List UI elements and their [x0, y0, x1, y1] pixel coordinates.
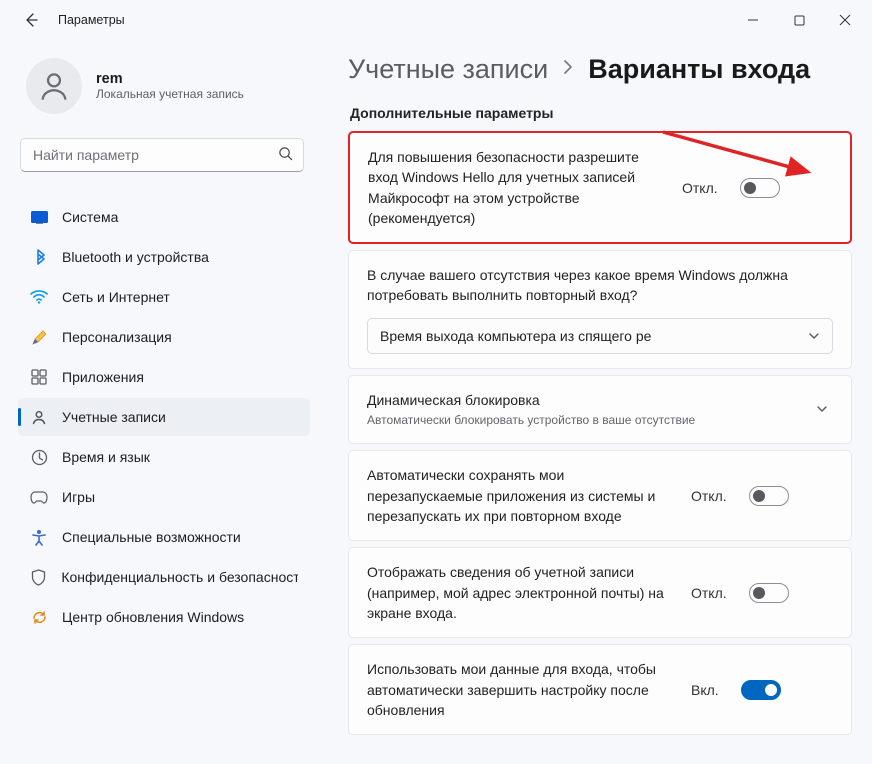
accessibility-icon: [30, 528, 48, 546]
arrow-left-icon: [24, 12, 40, 28]
toggle-state-label: Откл.: [691, 488, 727, 504]
breadcrumb-current: Варианты входа: [588, 54, 810, 85]
search-input[interactable]: [21, 147, 303, 163]
maximize-button[interactable]: [776, 4, 822, 36]
sidebar-item-network[interactable]: Сеть и Интернет: [18, 278, 310, 316]
toggle-state-label: Откл.: [682, 180, 718, 196]
setting-text: В случае вашего отсутствия через какое в…: [367, 265, 833, 306]
wifi-icon: [30, 288, 48, 306]
dropdown-value: Время выхода компьютера из спящего ре: [380, 328, 651, 344]
main: Учетные записи Варианты входа Дополнител…: [318, 40, 864, 756]
setting-restart-apps: Автоматически сохранять мои перезапускае…: [348, 450, 852, 541]
toggle-windows-hello[interactable]: [740, 178, 780, 198]
person-icon: [37, 69, 71, 103]
sidebar-item-accounts[interactable]: Учетные записи: [18, 398, 310, 436]
search-box[interactable]: [20, 138, 304, 172]
toggle-show-account-info[interactable]: [749, 583, 789, 603]
toggle-state-label: Вкл.: [691, 682, 719, 698]
setting-title: Динамическая блокировка: [367, 390, 797, 410]
setting-text: Отображать сведения об учетной записи (н…: [367, 562, 677, 623]
window-title: Параметры: [58, 13, 125, 27]
sidebar: rem Локальная учетная запись Система Blu…: [8, 40, 318, 756]
chevron-right-icon: [562, 59, 574, 80]
setting-text: Автоматически сохранять мои перезапускае…: [367, 465, 677, 526]
sidebar-item-gaming[interactable]: Игры: [18, 478, 310, 516]
user-block[interactable]: rem Локальная учетная запись: [18, 50, 310, 136]
back-button[interactable]: [22, 10, 42, 30]
sidebar-item-label: Bluetooth и устройства: [62, 249, 209, 265]
settings-list: Для повышения безопасности разрешите вхо…: [348, 131, 852, 735]
setting-show-account-info: Отображать сведения об учетной записи (н…: [348, 547, 852, 638]
breadcrumb-parent[interactable]: Учетные записи: [348, 54, 548, 85]
setting-windows-hello: Для повышения безопасности разрешите вхо…: [348, 131, 852, 244]
display-icon: [30, 208, 48, 226]
breadcrumb: Учетные записи Варианты входа: [348, 54, 852, 85]
clock-globe-icon: [30, 448, 48, 466]
section-title: Дополнительные параметры: [350, 105, 852, 121]
chevron-down-icon: [811, 402, 833, 418]
minimize-button[interactable]: [730, 4, 776, 36]
bluetooth-icon: [30, 248, 48, 266]
sidebar-item-label: Персонализация: [62, 329, 172, 345]
user-name: rem: [96, 71, 244, 87]
paint-icon: [30, 328, 48, 346]
sidebar-item-label: Время и язык: [62, 449, 150, 465]
sidebar-item-label: Сеть и Интернет: [62, 289, 170, 305]
setting-require-signin: В случае вашего отсутствия через какое в…: [348, 250, 852, 369]
apps-icon: [30, 368, 48, 386]
search-icon: [278, 146, 293, 164]
close-button[interactable]: [822, 4, 868, 36]
setting-dynamic-lock[interactable]: Динамическая блокировка Автоматически бл…: [348, 375, 852, 445]
gamepad-icon: [30, 488, 48, 506]
sidebar-item-label: Система: [62, 209, 118, 225]
sidebar-item-windows-update[interactable]: Центр обновления Windows: [18, 598, 310, 636]
sidebar-item-label: Игры: [62, 489, 95, 505]
sidebar-item-personalization[interactable]: Персонализация: [18, 318, 310, 356]
titlebar: Параметры: [0, 0, 872, 40]
minimize-icon: [747, 14, 759, 26]
sidebar-item-label: Центр обновления Windows: [62, 609, 244, 625]
close-icon: [839, 14, 851, 26]
setting-text: Для повышения безопасности разрешите вхо…: [368, 147, 668, 228]
sidebar-item-accessibility[interactable]: Специальные возможности: [18, 518, 310, 556]
sidebar-item-bluetooth[interactable]: Bluetooth и устройства: [18, 238, 310, 276]
avatar: [26, 58, 82, 114]
sidebar-item-label: Специальные возможности: [62, 529, 241, 545]
person-icon: [30, 408, 48, 426]
toggle-use-signin-info[interactable]: [741, 680, 781, 700]
nav: Система Bluetooth и устройства Сеть и Ин…: [18, 198, 310, 636]
user-subtitle: Локальная учетная запись: [96, 87, 244, 101]
dropdown-require-signin[interactable]: Время выхода компьютера из спящего ре: [367, 318, 833, 354]
setting-subtitle: Автоматически блокировать устройство в в…: [367, 412, 797, 429]
maximize-icon: [794, 15, 805, 26]
sidebar-item-apps[interactable]: Приложения: [18, 358, 310, 396]
sidebar-item-label: Учетные записи: [62, 409, 166, 425]
setting-text: Использовать мои данные для входа, чтобы…: [367, 659, 677, 720]
setting-use-signin-info: Использовать мои данные для входа, чтобы…: [348, 644, 852, 735]
shield-icon: [30, 568, 47, 586]
sidebar-item-label: Конфиденциальность и безопасность: [61, 569, 298, 585]
toggle-state-label: Откл.: [691, 585, 727, 601]
chevron-down-icon: [808, 328, 820, 344]
sidebar-item-privacy[interactable]: Конфиденциальность и безопасность: [18, 558, 310, 596]
sidebar-item-system[interactable]: Система: [18, 198, 310, 236]
toggle-restart-apps[interactable]: [749, 486, 789, 506]
sidebar-item-label: Приложения: [62, 369, 144, 385]
update-icon: [30, 608, 48, 626]
sidebar-item-time-language[interactable]: Время и язык: [18, 438, 310, 476]
